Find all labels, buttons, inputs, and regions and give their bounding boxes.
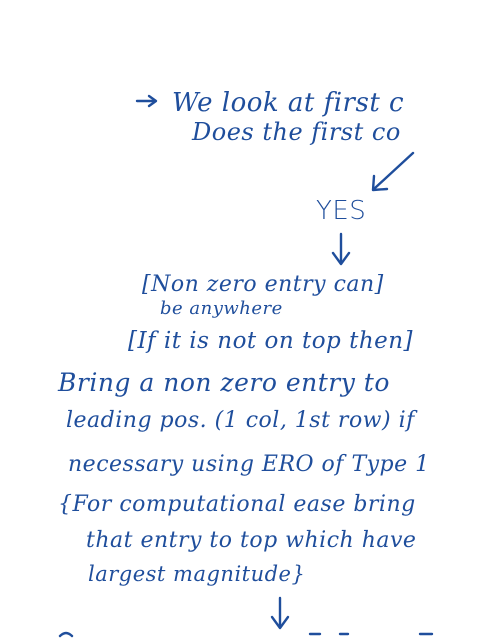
note-line-6: [If it is not on top then]: [128, 328, 414, 354]
note-line-2: Does the first co: [192, 118, 401, 146]
diagonal-arrow-icon: [371, 151, 415, 192]
bullet-arrow-icon: [135, 94, 158, 108]
note-line-8: leading pos. (1 col, 1st row) if: [66, 408, 415, 433]
note-line-9: necessary using ERO of Type 1: [68, 452, 430, 477]
note-line-1: We look at first c: [172, 88, 405, 118]
note-line-7: Bring a non zero entry to: [58, 368, 390, 397]
handwritten-note-page: We look at first c Does the first co YES…: [0, 0, 480, 640]
cut-off-ink-marks: [58, 631, 434, 638]
down-arrow-icon-1: [331, 232, 351, 266]
note-line-5: be anywhere: [160, 298, 283, 319]
note-line-12: largest magnitude}: [88, 562, 306, 586]
note-line-10: {For computational ease bring: [58, 492, 416, 517]
note-line-4: [Non zero entry can]: [142, 272, 384, 297]
note-line-11: that entry to top which have: [86, 528, 417, 553]
yes-label: YES: [316, 196, 367, 226]
down-arrow-icon-2: [270, 596, 290, 630]
